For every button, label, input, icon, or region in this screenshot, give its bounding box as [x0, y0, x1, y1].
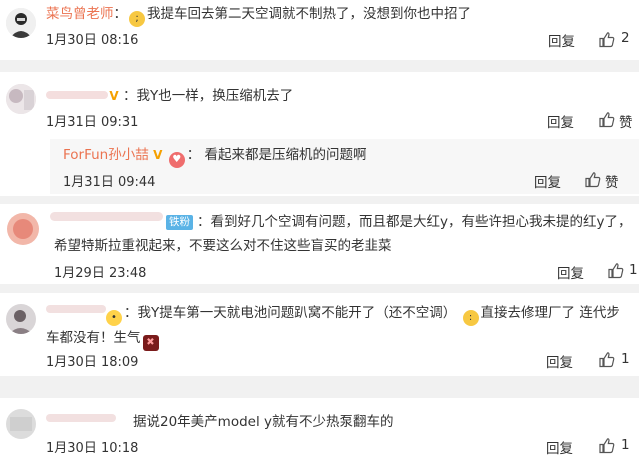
fan-tag: 铁粉 — [166, 215, 193, 230]
thumbs-up-icon[interactable] — [598, 111, 615, 128]
like-count: 1 — [629, 262, 638, 278]
comment-text-continued: 希望特斯拉重视起来，不要这么对不住这些盲买的老韭菜 — [54, 238, 392, 254]
reply-button[interactable]: 回复 — [534, 171, 561, 191]
reply-button[interactable]: 回复 — [546, 437, 573, 457]
like-count: 1 — [621, 351, 630, 367]
username-redacted — [46, 305, 106, 313]
timestamp: 1月31日 09:44 — [63, 175, 156, 190]
sticker-icon: ♥ — [168, 152, 185, 168]
comment-text: 菜鸟曾老师：; 我提车回去第二天空调就不制热了，没想到你也中招了 — [46, 4, 471, 27]
thumbs-up-icon[interactable] — [607, 262, 624, 279]
timestamp: 1月29日 23:48 — [54, 266, 147, 281]
like-count: 1 — [621, 437, 630, 453]
comment-item: • ：我Y提车第一天就电池问题趴窝不能开了（还不空调） : 直接去修理厂了 连代步 … — [0, 293, 639, 376]
comment-text-continued: 车都没有！生气 ✖ — [46, 328, 161, 351]
comment-item: 菜鸟曾老师：; 我提车回去第二天空调就不制热了，没想到你也中招了 1月30日 08… — [0, 0, 639, 60]
reply-block: ForFun孙小喆 V ♥： 看起来都是压缩机的问题啊 1月31日 09:44 回复… — [50, 139, 639, 194]
comment-item: 据说20年美产model y就有不少热泵翻车的 1月30日 10:18 回复 1 — [0, 398, 639, 467]
avatar[interactable] — [6, 8, 36, 38]
like-label[interactable]: 赞 — [605, 171, 619, 191]
sticker-icon: • — [106, 310, 122, 326]
avatar[interactable] — [6, 304, 36, 334]
comment-text: 铁粉 ：看到好几个空调有问题，而且都是大红y，有些许担心我未提的红y了， — [162, 212, 631, 232]
reply-button[interactable]: 回复 — [557, 262, 584, 282]
thumbs-up-icon[interactable] — [598, 31, 615, 48]
thumbs-up-icon[interactable] — [598, 437, 615, 454]
like-count: 2 — [621, 30, 630, 46]
reply-button[interactable]: 回复 — [547, 111, 574, 131]
username-redacted — [46, 414, 116, 422]
reply-button[interactable]: 回复 — [546, 351, 573, 371]
like-label[interactable]: 赞 — [619, 111, 633, 131]
reply-text: ForFun孙小喆 V ♥： 看起来都是压缩机的问题啊 — [63, 145, 367, 168]
comment-item: 铁粉 ：看到好几个空调有问题，而且都是大红y，有些许担心我未提的红y了， 希望特斯… — [0, 204, 639, 284]
thumbs-up-icon[interactable] — [598, 351, 615, 368]
avatar[interactable] — [6, 84, 36, 114]
crying-emoji-icon: ; — [129, 11, 145, 27]
comment-item: V ：我Y也一样，换压缩机去了 1月31日 09:31 回复 赞 ForFun孙小… — [0, 72, 639, 196]
angry-icon: ✖ — [142, 335, 159, 351]
vip-badge-icon: V — [109, 89, 119, 103]
comment-text: 据说20年美产model y就有不少热泵翻车的 — [133, 414, 394, 430]
facepalm-emoji-icon: : — [462, 310, 479, 326]
comment-text: V ：我Y也一样，换压缩机去了 — [105, 86, 293, 106]
avatar[interactable] — [6, 409, 36, 439]
timestamp: 1月31日 09:31 — [46, 115, 139, 130]
avatar[interactable] — [7, 213, 39, 245]
comment-text: • ：我Y提车第一天就电池问题趴窝不能开了（还不空调） : 直接去修理厂了 连代步 — [104, 303, 620, 326]
thumbs-up-icon[interactable] — [584, 171, 601, 188]
username-link[interactable]: ForFun孙小喆 — [63, 147, 149, 163]
vip-badge-icon: V — [153, 148, 163, 162]
username-link[interactable]: 菜鸟曾老师 — [46, 6, 114, 22]
username-redacted — [50, 212, 163, 221]
timestamp: 1月30日 10:18 — [46, 441, 139, 456]
username-redacted — [46, 91, 108, 99]
timestamp: 1月30日 18:09 — [46, 355, 139, 370]
reply-button[interactable]: 回复 — [548, 30, 575, 50]
timestamp: 1月30日 08:16 — [46, 33, 139, 48]
